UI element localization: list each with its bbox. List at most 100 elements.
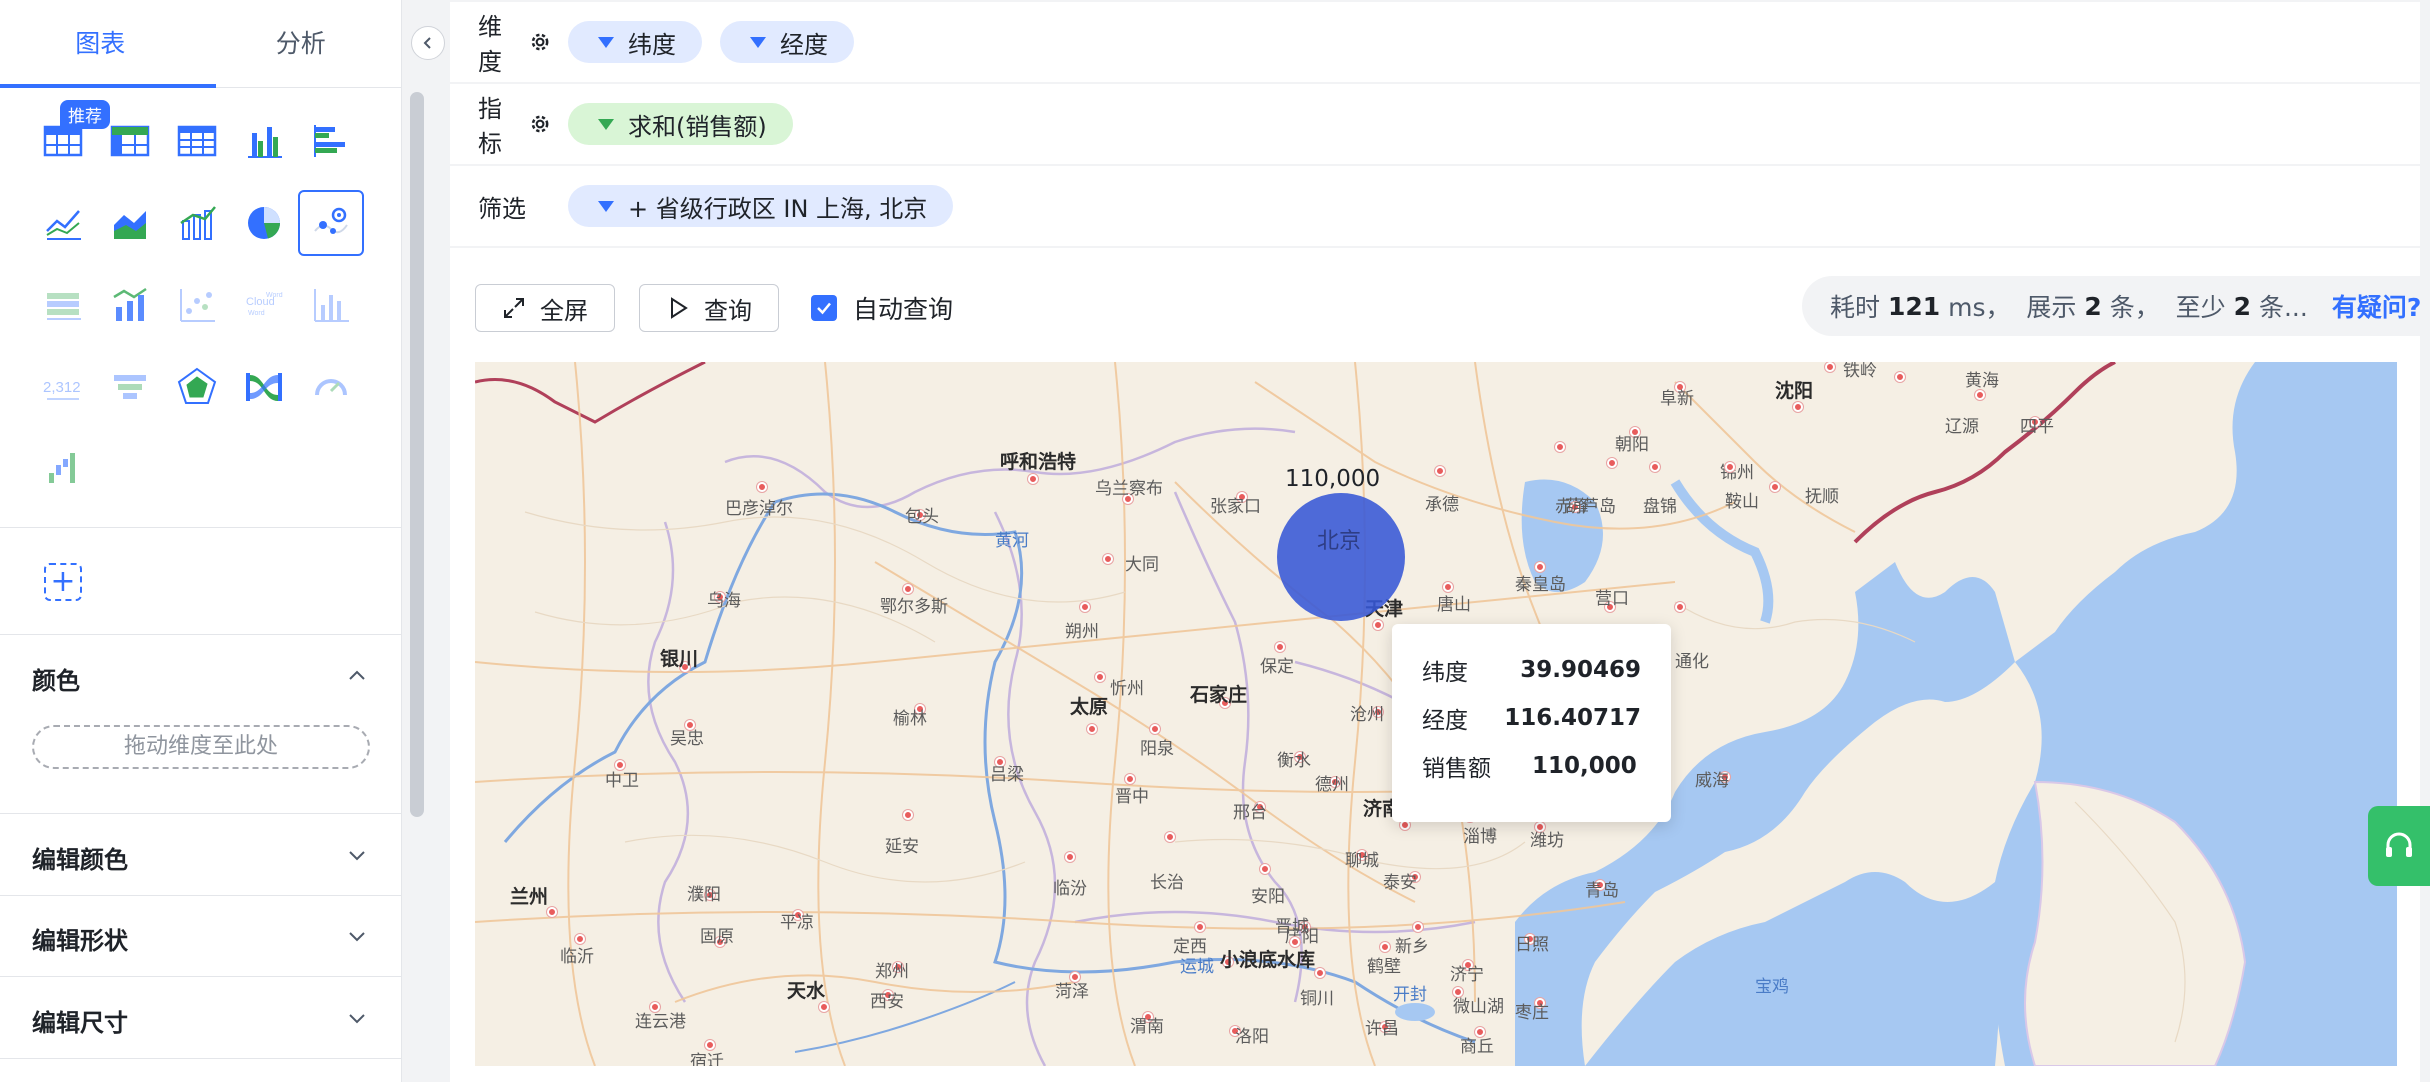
chevron-down-icon[interactable] [345,843,369,867]
auto-query-checkbox[interactable]: 自动查询 [811,290,953,326]
edit-shape-section-title[interactable]: 编辑形状 [32,921,128,956]
dimension-label-wrap: 维度 [450,7,550,77]
query-label: 查询 [704,296,752,325]
city-marker [1770,482,1780,492]
gauge-icon[interactable] [298,354,364,420]
help-link[interactable]: 有疑问? [2332,288,2422,324]
city-marker [1095,672,1105,682]
city-label: 衡水 [1277,751,1311,771]
chevron-down-icon[interactable] [345,1006,369,1030]
tooltip-row: 销售额 110,000 [1422,742,1641,790]
city-label: 忻州 [1110,679,1144,699]
city-marker [1315,968,1325,978]
city-label: 银川 [660,648,699,670]
tab-chart[interactable]: 图表 [0,0,201,87]
chevron-down-icon[interactable] [345,924,369,948]
horizontal-bar-icon[interactable] [298,108,364,174]
kpi-number-icon[interactable]: 2,312 [30,354,96,420]
waterfall-icon[interactable] [30,436,96,502]
city-marker [1195,922,1205,932]
gear-icon[interactable] [530,113,550,135]
map-tooltip: 纬度 39.90469 经度 116.40717 销售额 110,000 [1392,624,1671,822]
tab-analysis[interactable]: 分析 [201,0,402,87]
tooltip-key: 经度 [1422,708,1468,734]
city-marker [1650,462,1660,472]
pie-chart-icon[interactable] [231,190,297,256]
city-marker [1150,724,1160,734]
city-label: 运城 [1180,957,1214,977]
fullscreen-button[interactable]: 全屏 [475,284,615,332]
tooltip-value: 110,000 [1532,753,1637,779]
caret-down-icon [598,200,614,212]
city-marker [1373,620,1383,630]
caret-down-icon [598,36,614,48]
stats-show-unit: 条， [2109,293,2160,322]
collapse-panel-button[interactable] [411,26,445,60]
radar-icon[interactable] [164,354,230,420]
word-cloud-icon[interactable]: Cloud Word Word [231,272,297,338]
map-chart-icon[interactable] [298,190,364,256]
city-label: 盘锦 [1643,497,1677,517]
chevron-up-icon[interactable] [345,664,369,688]
line-chart-icon[interactable] [30,190,96,256]
stats-show-count: 2 [2084,291,2102,321]
gear-icon[interactable] [530,31,550,53]
query-stats: 耗时 121 ms， 展示 2 条， 至少 2 条... 有疑问? [1802,276,2422,336]
app-window: 图表 分析 推荐 Cloud Word Word 2,312 + 颜色 拖动维度… [0,0,2430,1082]
table-icon[interactable]: 推荐 [30,100,110,174]
city-label: 秦皇岛 [1515,575,1566,595]
filter-label: 筛选 [478,194,526,223]
scatter-icon[interactable] [164,272,230,338]
city-label: 葫芦岛 [1565,497,1616,517]
customer-service-button[interactable] [2368,806,2430,886]
tooltip-row: 经度 116.40717 [1422,694,1641,742]
checkbox-checked-icon[interactable] [811,295,837,321]
query-button[interactable]: 查询 [639,284,779,332]
stats-time: 121 [1887,291,1941,321]
city-marker [903,810,913,820]
metric-label: 指标 [478,95,502,158]
data-bubble[interactable] [1277,493,1405,621]
edit-size-section-title[interactable]: 编辑尺寸 [32,1003,128,1038]
svg-text:Word: Word [266,292,283,299]
dimension-pill[interactable]: 经度 [720,21,854,63]
bubble-city-label: 北京 [1317,529,1362,554]
filter-pill[interactable]: + 省级行政区 IN 上海, 北京 [568,185,954,227]
panel-scrollbar[interactable] [410,92,424,817]
city-label: 新乡 [1395,937,1429,957]
add-chart-button[interactable]: + [44,563,82,601]
pivot-table-icon[interactable] [97,108,163,174]
city-marker [1065,852,1075,862]
detail-table-icon[interactable] [164,108,230,174]
pill-label: + 省级行政区 IN 上海, 北京 [628,194,928,223]
bar-chart-icon[interactable] [231,108,297,174]
edit-color-section-title[interactable]: 编辑颜色 [32,840,128,875]
histogram-icon[interactable] [298,272,364,338]
city-marker [1413,922,1423,932]
chart-toolbar: 全屏 查询 自动查询 [475,284,953,332]
tooltip-value: 39.90469 [1520,657,1641,683]
city-label: 宿迁 [690,1052,724,1066]
metric-pill[interactable]: 求和(销售额) [568,103,793,145]
color-drop-zone[interactable]: 拖动维度至此处 [32,725,370,769]
funnel-icon[interactable] [97,354,163,420]
fullscreen-label: 全屏 [540,296,588,325]
sankey-icon[interactable] [231,354,297,420]
city-marker [1607,458,1617,468]
dimension-row: 维度 纬度 经度 [450,2,2420,82]
stacked-bar-icon[interactable] [30,272,96,338]
combo-chart-icon[interactable] [164,190,230,256]
dimension-pill[interactable]: 纬度 [568,21,702,63]
city-label: 张家口 [1210,497,1261,517]
city-label: 通化 [1675,652,1709,672]
stats-min-unit: 条... [2258,293,2308,322]
stacked-line-icon[interactable] [97,272,163,338]
headset-icon [2386,832,2412,857]
stats-min-count: 2 [2233,291,2252,321]
city-label: 巴彦淖尔 [725,499,793,519]
color-section-title: 颜色 [32,667,80,695]
city-label: 营口 [1595,589,1629,609]
divider [0,634,402,635]
city-label: 承德 [1425,495,1459,515]
area-chart-icon[interactable] [97,190,163,256]
